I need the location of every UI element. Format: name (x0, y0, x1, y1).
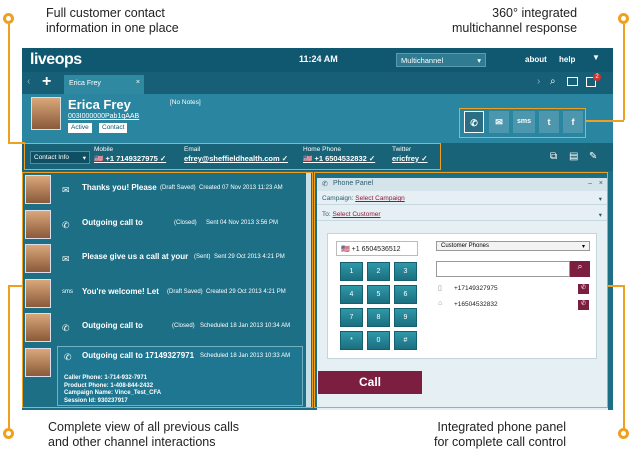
about-link[interactable]: about (525, 55, 547, 64)
callout-line (586, 120, 624, 122)
callout-line (8, 142, 25, 144)
highlight-history (22, 172, 313, 408)
menu-chevron-icon[interactable]: ▼ (592, 53, 600, 62)
callout-dot (618, 428, 629, 439)
help-link[interactable]: help (559, 55, 575, 64)
pencil-icon[interactable]: ✎ (589, 151, 597, 162)
notes-text: [No Notes] (170, 99, 201, 106)
highlight-phone-panel (314, 172, 608, 408)
callout-contact-info: Full customer contact information in one… (46, 6, 179, 35)
callout-line (8, 285, 10, 429)
contact-button[interactable]: Contact (99, 123, 128, 133)
top-bar: liveops 11:24 AM Multichannel ▾ about hel… (22, 48, 613, 72)
merge-icon[interactable]: ⧉ (550, 151, 557, 162)
callout-multichannel: 360° integrated multichannel response (452, 6, 578, 35)
liveops-logo: liveops (30, 51, 82, 68)
callout-phone-panel: Integrated phone panel for complete call… (434, 420, 567, 449)
callout-dot (3, 13, 14, 24)
add-tab-icon[interactable]: + (42, 73, 51, 91)
back-arrow-icon[interactable]: ‹ (27, 76, 30, 87)
callout-line (623, 285, 625, 429)
edit-doc-icon[interactable]: ▤ (569, 151, 578, 162)
highlight-contact-bar (24, 143, 441, 170)
screen-icon[interactable] (567, 77, 578, 86)
callout-line (607, 285, 624, 287)
search-icon[interactable]: ⌕ (550, 76, 556, 87)
tab-bar: ‹ + Erica Frey × › ⌕ 2 (22, 72, 613, 94)
clock: 11:24 AM (299, 54, 338, 64)
customer-name: Erica Frey (68, 97, 131, 112)
callout-line (623, 24, 625, 120)
callout-line (8, 24, 10, 142)
notification-badge: 2 (593, 73, 601, 81)
channel-select[interactable]: Multichannel ▾ (396, 53, 486, 67)
forward-arrow-icon[interactable]: › (537, 76, 540, 87)
callout-history: Complete view of all previous calls and … (48, 420, 240, 449)
avatar (31, 97, 61, 130)
tab-customer[interactable]: Erica Frey × (64, 75, 144, 94)
callout-line (8, 285, 23, 287)
close-icon[interactable]: × (136, 79, 140, 86)
callout-dot (618, 13, 629, 24)
callout-dot (3, 428, 14, 439)
account-id-link[interactable]: 003I000000Pab1qAAB (68, 113, 139, 120)
highlight-channels (459, 108, 586, 138)
active-button[interactable]: Active (68, 123, 92, 133)
chevron-down-icon: ▾ (477, 56, 481, 65)
